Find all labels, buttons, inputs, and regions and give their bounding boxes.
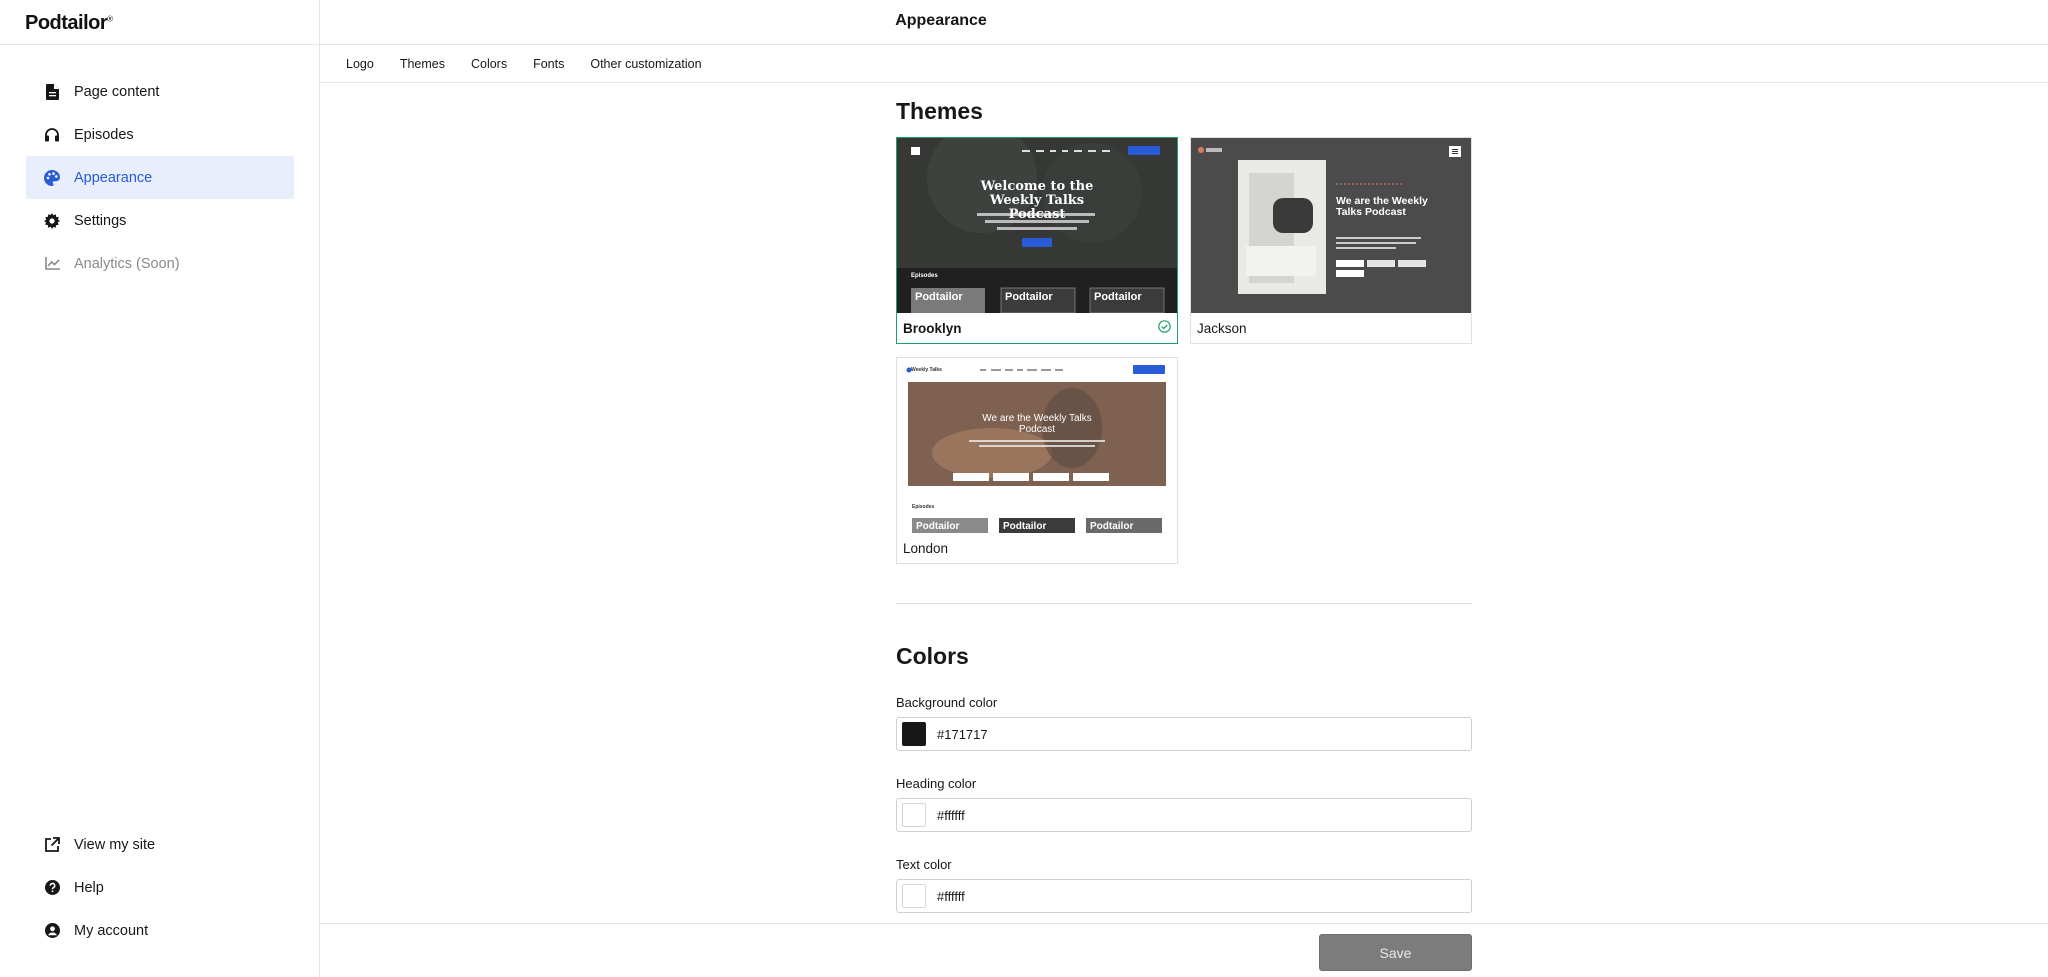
sidebar-item-page-content[interactable]: Page content	[26, 70, 294, 113]
preview-section-label: Episodes	[912, 504, 935, 510]
tab-logo[interactable]: Logo	[346, 57, 374, 71]
theme-label-row: London	[897, 533, 1177, 563]
theme-preview-brooklyn: Welcome to the Weekly Talks Podcast Epis…	[897, 138, 1177, 313]
colors-heading: Colors	[896, 643, 969, 669]
palette-icon	[44, 169, 60, 186]
account-icon	[44, 923, 60, 939]
sidebar-item-account[interactable]: My account	[26, 909, 294, 952]
preview-headline: We are the Weekly Talks Podcast	[1336, 195, 1428, 218]
tab-fonts[interactable]: Fonts	[533, 57, 564, 71]
app-logo[interactable]: Podtailor®	[25, 12, 113, 35]
preview-brand-top: Weekly Talks	[911, 367, 942, 373]
sidebar-item-help[interactable]: Help	[26, 866, 294, 909]
text-color-input[interactable]: #ffffff	[896, 879, 1472, 913]
theme-preview-london: Weekly Talks We are the Weekly Talks Pod…	[897, 358, 1177, 533]
preview-brand: Podtailor	[1094, 291, 1142, 303]
sidebar-item-label: Settings	[74, 212, 127, 229]
color-swatch[interactable]	[902, 803, 926, 827]
headphones-icon	[44, 127, 60, 143]
field-label: Text color	[896, 857, 952, 872]
preview-brand: Podtailor	[1005, 291, 1053, 303]
save-button[interactable]: Save	[1319, 934, 1472, 971]
theme-name: Jackson	[1197, 320, 1247, 336]
sidebar-item-episodes[interactable]: Episodes	[26, 113, 294, 156]
sidebar-divider	[0, 44, 320, 45]
page-title: Appearance	[895, 12, 987, 29]
chart-line-icon	[44, 256, 60, 272]
preview-section-label: Episodes	[911, 273, 938, 279]
tab-other-customization[interactable]: Other customization	[590, 57, 701, 71]
preview-brand: Podtailor	[1003, 521, 1047, 532]
color-value[interactable]: #171717	[937, 727, 988, 742]
sidebar-item-analytics: Analytics (Soon)	[26, 242, 294, 285]
sidebar-item-view-site[interactable]: View my site	[26, 823, 294, 866]
preview-headline: Welcome to the Weekly Talks Podcast	[980, 179, 1094, 222]
preview-headline: We are the Weekly Talks Podcast	[982, 413, 1092, 435]
theme-name: London	[903, 540, 949, 556]
theme-preview-jackson: We are the Weekly Talks Podcast	[1191, 138, 1471, 313]
sidebar-item-label: Appearance	[74, 169, 153, 186]
section-tabs: Logo Themes Colors Fonts Other customiza…	[320, 45, 2048, 83]
sidebar-item-label: View my site	[74, 836, 156, 853]
heading-color-field: Heading color #ffffff	[896, 776, 1472, 832]
sidebar-item-appearance[interactable]: Appearance	[26, 156, 294, 199]
sidebar-item-label: Help	[74, 879, 104, 896]
preview-brand: Podtailor	[1090, 521, 1134, 532]
theme-card-london[interactable]: Weekly Talks We are the Weekly Talks Pod…	[896, 357, 1178, 564]
color-swatch[interactable]	[902, 722, 926, 746]
heading-color-input[interactable]: #ffffff	[896, 798, 1472, 832]
color-swatch[interactable]	[902, 884, 926, 908]
background-color-input[interactable]: #171717	[896, 717, 1472, 751]
theme-card-brooklyn[interactable]: Welcome to the Weekly Talks Podcast Epis…	[896, 137, 1178, 344]
document-icon	[44, 83, 60, 100]
sidebar-nav: Page content Episodes Appearance Setting…	[26, 70, 294, 285]
color-value[interactable]: #ffffff	[937, 808, 965, 823]
theme-card-jackson[interactable]: We are the Weekly Talks Podcast Jackson	[1190, 137, 1472, 344]
theme-name: Brooklyn	[903, 320, 962, 336]
color-value[interactable]: #ffffff	[937, 889, 965, 904]
preview-brand: Podtailor	[916, 521, 960, 532]
gear-icon	[44, 212, 60, 229]
footer-bar: Save	[320, 923, 2048, 977]
top-bar: Appearance	[320, 0, 2048, 45]
check-circle-icon	[1158, 320, 1171, 336]
background-color-field: Background color #171717	[896, 695, 1472, 751]
field-label: Heading color	[896, 776, 977, 791]
theme-label-row: Brooklyn	[897, 313, 1177, 343]
sidebar: Podtailor® Page content Episodes Appeara…	[0, 0, 320, 977]
section-divider	[896, 603, 1472, 604]
sidebar-item-label: My account	[74, 922, 149, 939]
sidebar-item-label: Analytics (Soon)	[74, 255, 180, 272]
preview-brand: Podtailor	[915, 291, 963, 303]
tab-themes[interactable]: Themes	[400, 57, 445, 71]
sidebar-item-label: Page content	[74, 83, 160, 100]
help-icon	[44, 880, 60, 896]
field-label: Background color	[896, 695, 998, 710]
sidebar-item-label: Episodes	[74, 126, 134, 143]
sidebar-bottom-nav: View my site Help My account	[26, 823, 294, 952]
text-color-field: Text color #ffffff	[896, 857, 1472, 913]
themes-heading: Themes	[896, 98, 983, 124]
tab-colors[interactable]: Colors	[471, 57, 507, 71]
theme-label-row: Jackson	[1191, 313, 1471, 343]
external-link-icon	[44, 837, 60, 853]
sidebar-item-settings[interactable]: Settings	[26, 199, 294, 242]
